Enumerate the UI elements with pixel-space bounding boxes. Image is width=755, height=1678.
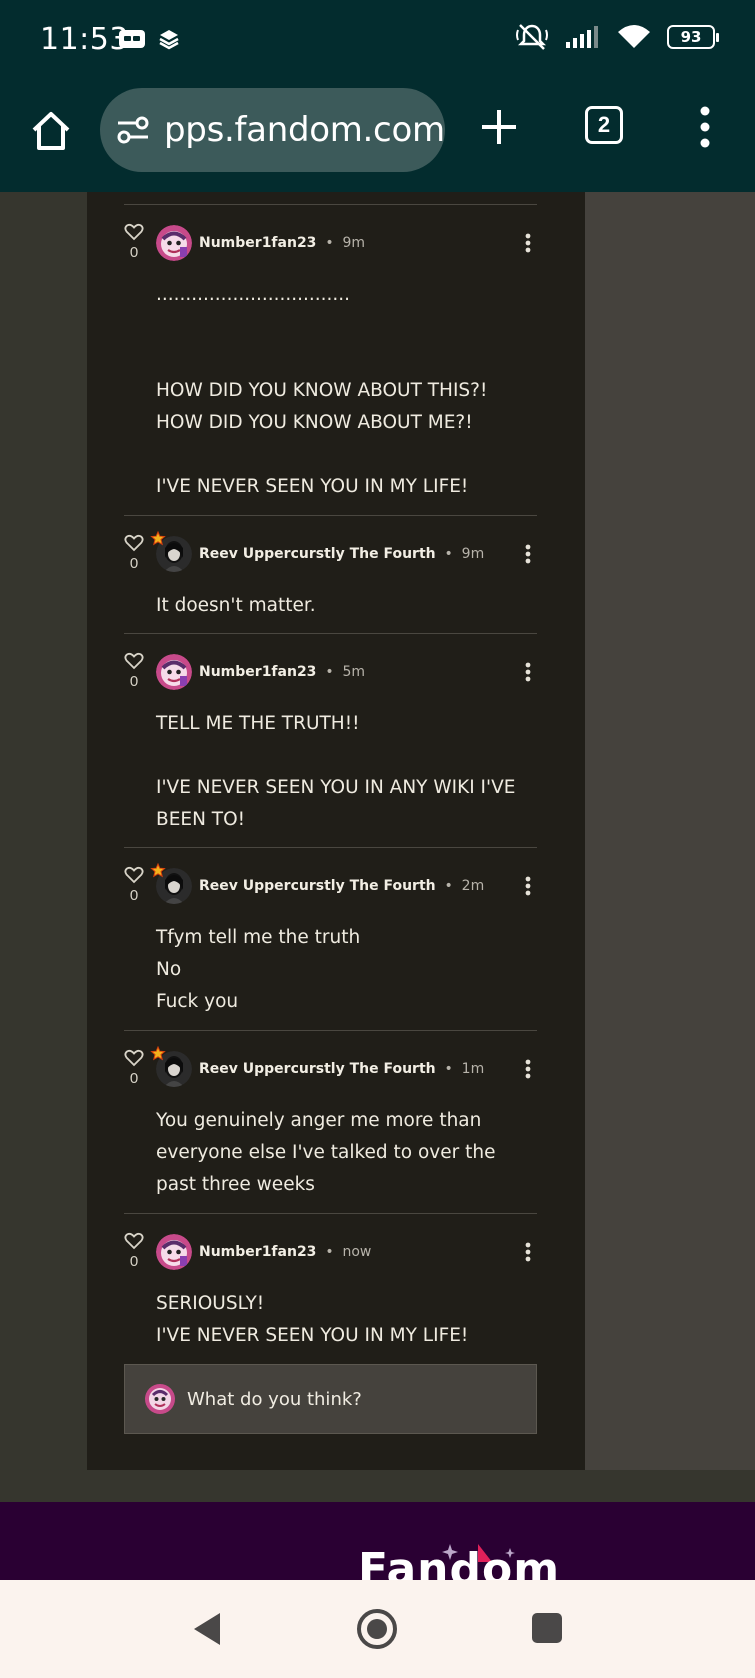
overflow-menu-icon[interactable] — [695, 104, 715, 150]
avatar[interactable] — [156, 654, 192, 690]
like-control[interactable]: 0 — [124, 534, 144, 572]
comment-body: It doesn't matter. — [156, 595, 316, 616]
status-bar: 11:53 93 — [0, 0, 755, 82]
comment-time: now — [342, 1244, 372, 1260]
address-bar[interactable]: pps.fandom.com — [100, 88, 445, 172]
kebab-icon[interactable] — [525, 1059, 531, 1079]
comment-author[interactable]: Reev Uppercurstly The Fourth • 9m — [199, 546, 484, 562]
like-count: 0 — [129, 1253, 139, 1270]
status-time: 11:53 — [40, 22, 129, 57]
like-control[interactable]: 0 — [124, 866, 144, 904]
heart-icon[interactable] — [124, 1232, 144, 1250]
comment-author[interactable]: Number1fan23 • 5m — [199, 664, 365, 680]
staff-badge-icon — [150, 863, 166, 878]
heart-icon[interactable] — [124, 652, 144, 670]
avatar[interactable] — [156, 225, 192, 261]
like-control[interactable]: 0 — [124, 652, 144, 690]
comment-time: 1m — [461, 1061, 485, 1077]
heart-icon[interactable] — [124, 866, 144, 884]
like-control[interactable]: 0 — [124, 223, 144, 261]
comment: 0 Number1fan23 • 5m TELL ME THE TRUTH!! … — [124, 633, 537, 847]
comment-time: 9m — [342, 235, 366, 251]
browser-toolbar: pps.fandom.com 2 — [0, 82, 755, 192]
wifi-icon — [618, 25, 650, 48]
staff-badge-icon — [150, 1046, 166, 1061]
battery-indicator: 93 — [667, 25, 719, 49]
like-count: 0 — [129, 1070, 139, 1087]
plus-icon[interactable] — [478, 106, 520, 148]
heart-icon[interactable] — [124, 223, 144, 241]
avatar[interactable] — [156, 1234, 192, 1270]
fandom-logo[interactable]: Fandom — [358, 1544, 560, 1580]
comment-body: SERIOUSLY! I'VE NEVER SEEN YOU IN MY LIF… — [156, 1293, 469, 1346]
comment-body: Tfym tell me the truth No Fuck you — [156, 927, 361, 1012]
kebab-icon[interactable] — [525, 233, 531, 253]
like-control[interactable]: 0 — [124, 1232, 144, 1270]
system-nav-bar — [0, 1580, 755, 1678]
kebab-icon[interactable] — [525, 876, 531, 896]
kebab-icon[interactable] — [525, 1242, 531, 1262]
kebab-icon[interactable] — [525, 662, 531, 682]
tabs-icon[interactable]: 2 — [585, 106, 623, 144]
comment: 0 Number1fan23 • now SERIOUSLY! I'VE NEV… — [124, 1213, 537, 1364]
comment: 0 Reev Uppercurstly The Fourth • 9m It d… — [124, 515, 537, 633]
comment-author[interactable]: Number1fan23 • 9m — [199, 235, 365, 251]
reply-input[interactable]: What do you think? — [124, 1364, 537, 1434]
avatar — [145, 1384, 175, 1414]
like-count: 0 — [129, 673, 139, 690]
comment: 0 Reev Uppercurstly The Fourth • 2m Tfym… — [124, 847, 537, 1030]
like-count: 0 — [129, 244, 139, 261]
comment-body: You genuinely anger me more than everyon… — [156, 1110, 502, 1195]
signal-icon — [566, 26, 598, 48]
notification-app-icon — [119, 30, 145, 48]
comment-time: 5m — [342, 664, 366, 680]
comment: 0 Number1fan23 • 9m ....................… — [124, 204, 537, 515]
comment: 0 Reev Uppercurstly The Fourth • 1m You … — [124, 1030, 537, 1213]
comment-body: ................................. HOW DI… — [156, 284, 488, 497]
heart-icon[interactable] — [124, 534, 144, 552]
site-settings-icon[interactable] — [116, 116, 150, 144]
comment-author[interactable]: Reev Uppercurstly The Fourth • 1m — [199, 1061, 484, 1077]
layers-icon — [159, 30, 179, 50]
heart-icon[interactable] — [124, 1049, 144, 1067]
url-text: pps.fandom.com — [164, 110, 445, 150]
staff-badge-icon — [150, 531, 166, 546]
like-count: 0 — [129, 555, 139, 572]
home-nav-icon[interactable] — [355, 1607, 399, 1651]
fandom-footer: Fandom — [0, 1502, 755, 1580]
like-control[interactable]: 0 — [124, 1049, 144, 1087]
like-count: 0 — [129, 887, 139, 904]
comment-author[interactable]: Number1fan23 • now — [199, 1244, 371, 1260]
home-icon[interactable] — [28, 108, 74, 154]
muted-bell-icon — [516, 24, 548, 50]
recents-icon[interactable] — [531, 1612, 563, 1644]
comment-author[interactable]: Reev Uppercurstly The Fourth • 2m — [199, 878, 484, 894]
reply-placeholder: What do you think? — [187, 1388, 362, 1410]
comment-body: TELL ME THE TRUTH!! I'VE NEVER SEEN YOU … — [156, 713, 516, 830]
comment-time: 2m — [461, 878, 485, 894]
back-icon[interactable] — [190, 1610, 224, 1648]
comment-time: 9m — [461, 546, 485, 562]
kebab-icon[interactable] — [525, 544, 531, 564]
